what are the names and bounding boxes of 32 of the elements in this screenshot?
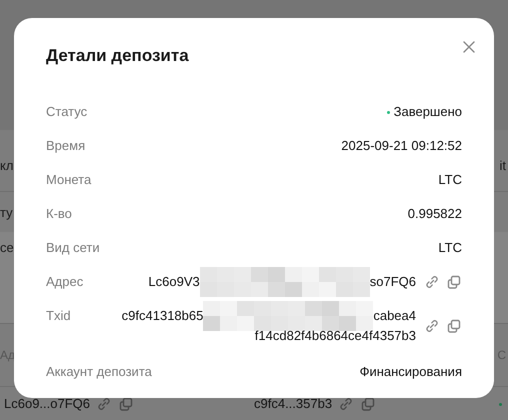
- link-icon[interactable]: [96, 396, 112, 412]
- field-value: so7FQ6: [370, 273, 416, 291]
- table-cell: кл: [0, 158, 14, 173]
- field-value: Завершено: [394, 103, 462, 121]
- field-label: Аккаунт депозита: [46, 363, 152, 381]
- field-value: cabea4: [373, 307, 416, 325]
- table-cell: ce: [0, 240, 14, 255]
- field-label: Вид сети: [46, 239, 100, 257]
- copy-icon[interactable]: [118, 396, 134, 412]
- close-icon[interactable]: [462, 40, 476, 54]
- table-cell: it: [500, 158, 506, 173]
- field-label: К-во: [46, 205, 72, 223]
- copy-icon[interactable]: [360, 396, 376, 412]
- field-value: 2025-09-21 09:12:52: [341, 137, 462, 155]
- table-cell: ту: [0, 204, 13, 220]
- field-value: c9fc41318b65: [122, 307, 204, 325]
- field-label: Txid: [46, 307, 71, 325]
- status-dot: [386, 111, 390, 114]
- field-value: Финансирования: [360, 363, 462, 381]
- field-value: 0.995822: [408, 205, 462, 223]
- field-value: Lc6o9V3: [148, 273, 200, 291]
- field-label: Время: [46, 137, 86, 155]
- link-icon[interactable]: [338, 396, 354, 412]
- field-value: f14cd82f4b6864ce4f4357b3: [254, 327, 416, 345]
- field-label: Монета: [46, 171, 92, 189]
- table-cell: c9fc4...357b3: [254, 396, 332, 411]
- field-value: LTC: [438, 171, 462, 189]
- table-cell: Lc6o9...o7FQ6: [4, 396, 90, 411]
- field-value: LTC: [438, 239, 462, 257]
- field-label: Статус: [46, 103, 88, 121]
- field-label: Адрес: [46, 273, 84, 291]
- dialog-title: Детали депозита: [46, 46, 189, 66]
